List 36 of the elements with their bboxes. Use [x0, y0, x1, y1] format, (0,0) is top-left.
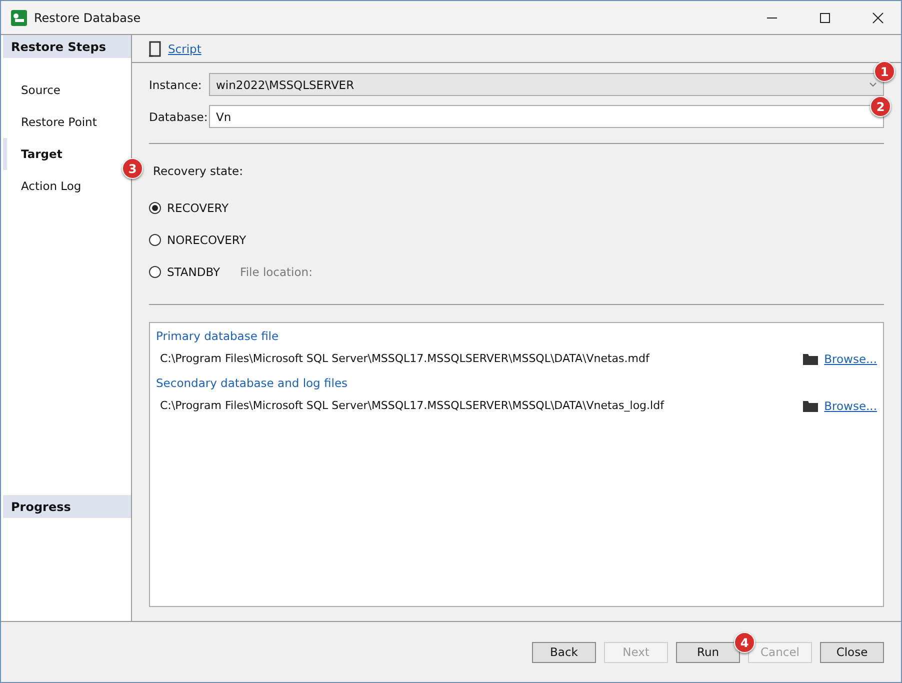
radio-label: STANDBY: [167, 265, 220, 279]
script-link[interactable]: Script: [168, 42, 202, 56]
callout-badge: 1: [874, 61, 895, 82]
window-title: Restore Database: [34, 10, 142, 24]
callout-badge: 4: [734, 632, 755, 653]
radio-button[interactable]: [149, 266, 161, 278]
file-location-label: File location:: [240, 265, 312, 279]
callout-badge: 3: [122, 158, 143, 179]
sidebar-item[interactable]: Source: [3, 74, 131, 106]
instance-label: Instance:: [149, 78, 203, 92]
callout-badge: 2: [870, 96, 891, 117]
radio-label: NORECOVERY: [167, 233, 246, 247]
chevron-down-icon: [869, 82, 877, 87]
browse-link[interactable]: Browse...: [824, 352, 877, 366]
sidebar-item[interactable]: Restore Point: [3, 106, 131, 138]
file-group-title: Secondary database and log files: [156, 376, 349, 392]
maximize-icon: [819, 12, 831, 24]
file-group-title: Primary database file: [156, 329, 280, 345]
browse-link[interactable]: Browse...: [824, 398, 877, 412]
sidebar-header: Restore Steps: [3, 35, 131, 58]
file-path: C:\Program Files\Microsoft SQL Server\MSSQL17.MSSQLSERVER\MSSQL\DATA\Vnetas_log.ldf: [160, 399, 666, 412]
dialog-button[interactable]: Run: [676, 642, 740, 662]
sidebar-header: Progress: [3, 495, 131, 518]
radio-label: RECOVERY: [167, 201, 229, 215]
file-path: C:\Program Files\Microsoft SQL Server\MSSQL17.MSSQLSERVER\MSSQL\DATA\Vnetas.mdf: [160, 352, 651, 365]
radio-button[interactable]: [149, 234, 161, 246]
recovery-state-label: Recovery state:: [153, 164, 244, 178]
dialog-button[interactable]: Close: [820, 642, 884, 662]
app-icon: [11, 10, 27, 26]
script-icon: [148, 40, 162, 56]
radio-button[interactable]: [149, 202, 161, 214]
database-label: Database:: [149, 110, 209, 124]
folder-icon: [803, 352, 818, 364]
dialog-button[interactable]: Back: [532, 642, 596, 662]
close-icon: [872, 12, 884, 24]
folder-icon: [803, 400, 818, 412]
